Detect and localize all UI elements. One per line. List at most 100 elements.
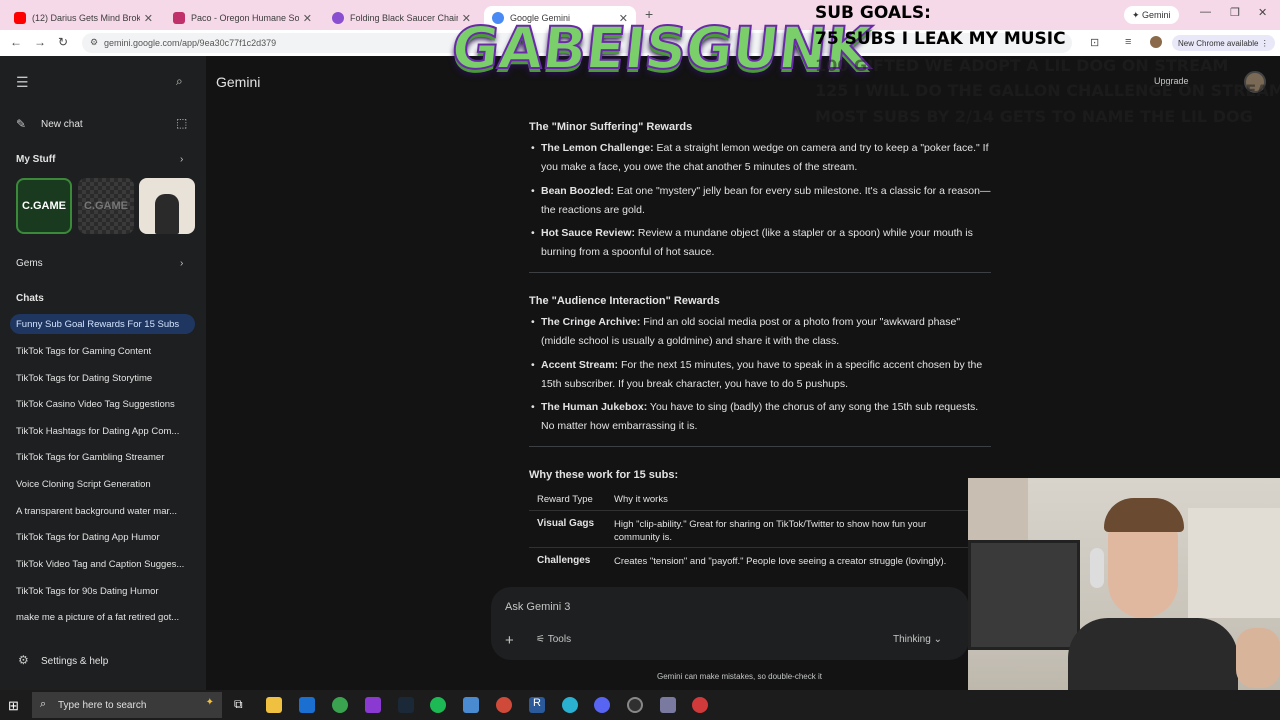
search-icon[interactable]: ⌕ [176, 74, 183, 89]
temporary-chat-icon[interactable]: ⬚ [176, 116, 187, 130]
my-stuff-thumbnail-photo[interactable] [139, 178, 195, 234]
taskbar-search[interactable]: ⌕ Type here to search ✦ [32, 692, 222, 718]
section-heading: The "Minor Suffering" Rewards [529, 121, 693, 133]
thumbnail-label: C.GAME [22, 200, 66, 212]
add-attachment-icon[interactable]: + [505, 632, 514, 649]
table-header: Why it works [614, 494, 668, 505]
sub-goal-line: MOST SUBS BY 2/14 GETS TO NAME THE LIL D… [815, 107, 1253, 126]
profile-avatar[interactable] [1150, 36, 1162, 48]
chevron-right-icon[interactable]: › [180, 258, 183, 269]
response-content: The "Minor Suffering" Rewards The Lemon … [529, 116, 999, 586]
discord-icon[interactable] [594, 697, 610, 713]
tools-label: Tools [547, 634, 572, 645]
chat-item[interactable]: TikTok Tags for 90s Dating Humor [10, 581, 195, 601]
chrome-profile-icon[interactable] [496, 697, 512, 713]
table-cell-why: High "clip-ability." Great for sharing o… [614, 519, 927, 543]
file-explorer-icon[interactable] [266, 697, 282, 713]
browser-tab[interactable]: Paco - Oregon Humane Society ✕ [165, 6, 320, 30]
chat-item[interactable]: A transparent background water mar... [10, 501, 195, 521]
model-mode-dropdown[interactable]: Thinking ⌄ [893, 634, 942, 645]
chevron-right-icon[interactable]: › [180, 154, 183, 165]
reload-icon[interactable]: ↻ [58, 35, 68, 49]
app-icon[interactable] [660, 697, 676, 713]
chrome-icon[interactable] [332, 697, 348, 713]
youtube-favicon-icon [14, 12, 26, 24]
app-title[interactable]: Gemini [216, 74, 260, 90]
new-chat-button[interactable]: New chat [41, 119, 83, 130]
humane-society-favicon-icon [173, 12, 185, 24]
prompt-composer: Ask Gemini 3 + ⚟ Tools Thinking ⌄ [491, 587, 969, 660]
site-info-icon[interactable]: ⚙ [90, 37, 98, 48]
browser-tab[interactable]: (12) Darius Gets Mind Broken I ✕ [6, 6, 161, 30]
taskbar-search-placeholder: Type here to search [58, 699, 147, 711]
table-header: Reward Type [537, 494, 593, 505]
reward-title: Bean Boozled: [541, 185, 614, 197]
chrome-profile-icon[interactable] [692, 697, 708, 713]
divider [529, 272, 991, 273]
my-stuff-heading[interactable]: My Stuff [16, 154, 55, 165]
webcam-overlay [968, 478, 1280, 720]
my-stuff-thumbnail[interactable]: C.GAME [78, 178, 134, 234]
chats-heading: Chats [16, 293, 44, 304]
search-icon: ⌕ [40, 698, 47, 710]
chat-item[interactable]: make me a picture of a fat retired got..… [10, 607, 195, 627]
section-heading: The "Audience Interaction" Rewards [529, 295, 720, 307]
windows-taskbar: ⊞ ⌕ Type here to search ✦ ⧉ R [0, 690, 1280, 720]
reward-title: The Human Jukebox: [541, 401, 648, 413]
minimize-icon[interactable]: — [1200, 6, 1211, 18]
screenshot-icon[interactable]: ⊡ [1090, 36, 1099, 49]
settings-help-button[interactable]: Settings & help [41, 656, 108, 667]
settings-gear-icon[interactable]: ⚙ [18, 653, 29, 667]
gems-heading[interactable]: Gems [16, 258, 43, 269]
chat-item[interactable]: Voice Cloning Script Generation [10, 474, 195, 494]
new-chrome-available-button[interactable]: New Chrome available ⋮ [1172, 35, 1275, 51]
back-icon[interactable]: ← [10, 35, 22, 49]
steam-icon[interactable] [398, 697, 414, 713]
thumbnail-label: C.GAME [84, 200, 128, 212]
reward-bullet: Bean Boozled: Eat one "mystery" jelly be… [531, 182, 991, 220]
new-chrome-label: New Chrome available [1178, 38, 1259, 48]
tools-button[interactable]: ⚟ Tools [536, 634, 571, 645]
reward-bullet: The Lemon Challenge: Eat a straight lemo… [531, 139, 991, 177]
background-wall [1188, 508, 1280, 618]
close-tab-icon[interactable]: ✕ [303, 12, 312, 25]
maximize-icon[interactable]: ❐ [1230, 6, 1240, 19]
gemini-sidebar: ☰ ⌕ ✎ New chat ⬚ My Stuff › C.GAME C.GAM… [0, 56, 206, 690]
chat-item[interactable]: TikTok Hashtags for Dating App Com... [10, 421, 195, 441]
sparkle-icon: ✦ [205, 697, 214, 708]
table-cell-why: Creates "tension" and "payoff." People l… [614, 556, 947, 567]
obs-icon[interactable] [627, 697, 643, 713]
chat-item-active[interactable]: Funny Sub Goal Rewards For 15 Subs [10, 314, 195, 334]
twitch-icon[interactable] [365, 697, 381, 713]
edge-icon[interactable] [562, 697, 578, 713]
my-stuff-thumbnail[interactable]: C.GAME [16, 178, 72, 234]
streamer-hair [1104, 498, 1184, 532]
gemini-chip-button[interactable]: ✦ Gemini [1124, 6, 1179, 24]
notepad-icon[interactable] [463, 697, 479, 713]
close-window-icon[interactable]: ✕ [1258, 6, 1267, 19]
disclaimer-text: Gemini can make mistakes, so double-chec… [657, 672, 822, 681]
outlook-icon[interactable] [299, 697, 315, 713]
spotify-icon[interactable] [430, 697, 446, 713]
url-text: gemini.google.com/app/9ea30c77f1c2d379 [104, 38, 277, 48]
chat-item[interactable]: TikTok Tags for Gambling Streamer [10, 447, 195, 467]
chat-item[interactable]: TikTok Tags for Gaming Content [10, 341, 195, 361]
close-tab-icon[interactable]: ✕ [144, 12, 153, 25]
chat-item[interactable]: TikTok Tags for Dating Storytime [10, 368, 195, 388]
chat-item[interactable]: TikTok Video Tag and Caption Sugges... [10, 554, 195, 574]
table-divider [529, 547, 991, 548]
stream-logo: GABEISGUNK [447, 13, 874, 83]
tab-title: Paco - Oregon Humane Society [191, 13, 299, 23]
kebab-menu-icon[interactable]: ⋮ [1258, 39, 1269, 48]
hamburger-menu-icon[interactable]: ☰ [16, 74, 29, 91]
forward-icon[interactable]: → [34, 35, 46, 49]
r-app-icon[interactable]: R [529, 697, 545, 713]
sub-goals-title: SUB GOALS: [815, 3, 931, 23]
chat-item[interactable]: TikTok Casino Video Tag Suggestions [10, 394, 195, 414]
reading-list-icon[interactable]: ≡ [1125, 36, 1131, 48]
windows-start-icon[interactable]: ⊞ [8, 698, 19, 714]
gemini-chip-label: Gemini [1142, 10, 1171, 20]
prompt-input[interactable]: Ask Gemini 3 [505, 601, 570, 613]
chat-item[interactable]: TikTok Tags for Dating App Humor [10, 527, 195, 547]
task-view-icon[interactable]: ⧉ [234, 697, 243, 712]
